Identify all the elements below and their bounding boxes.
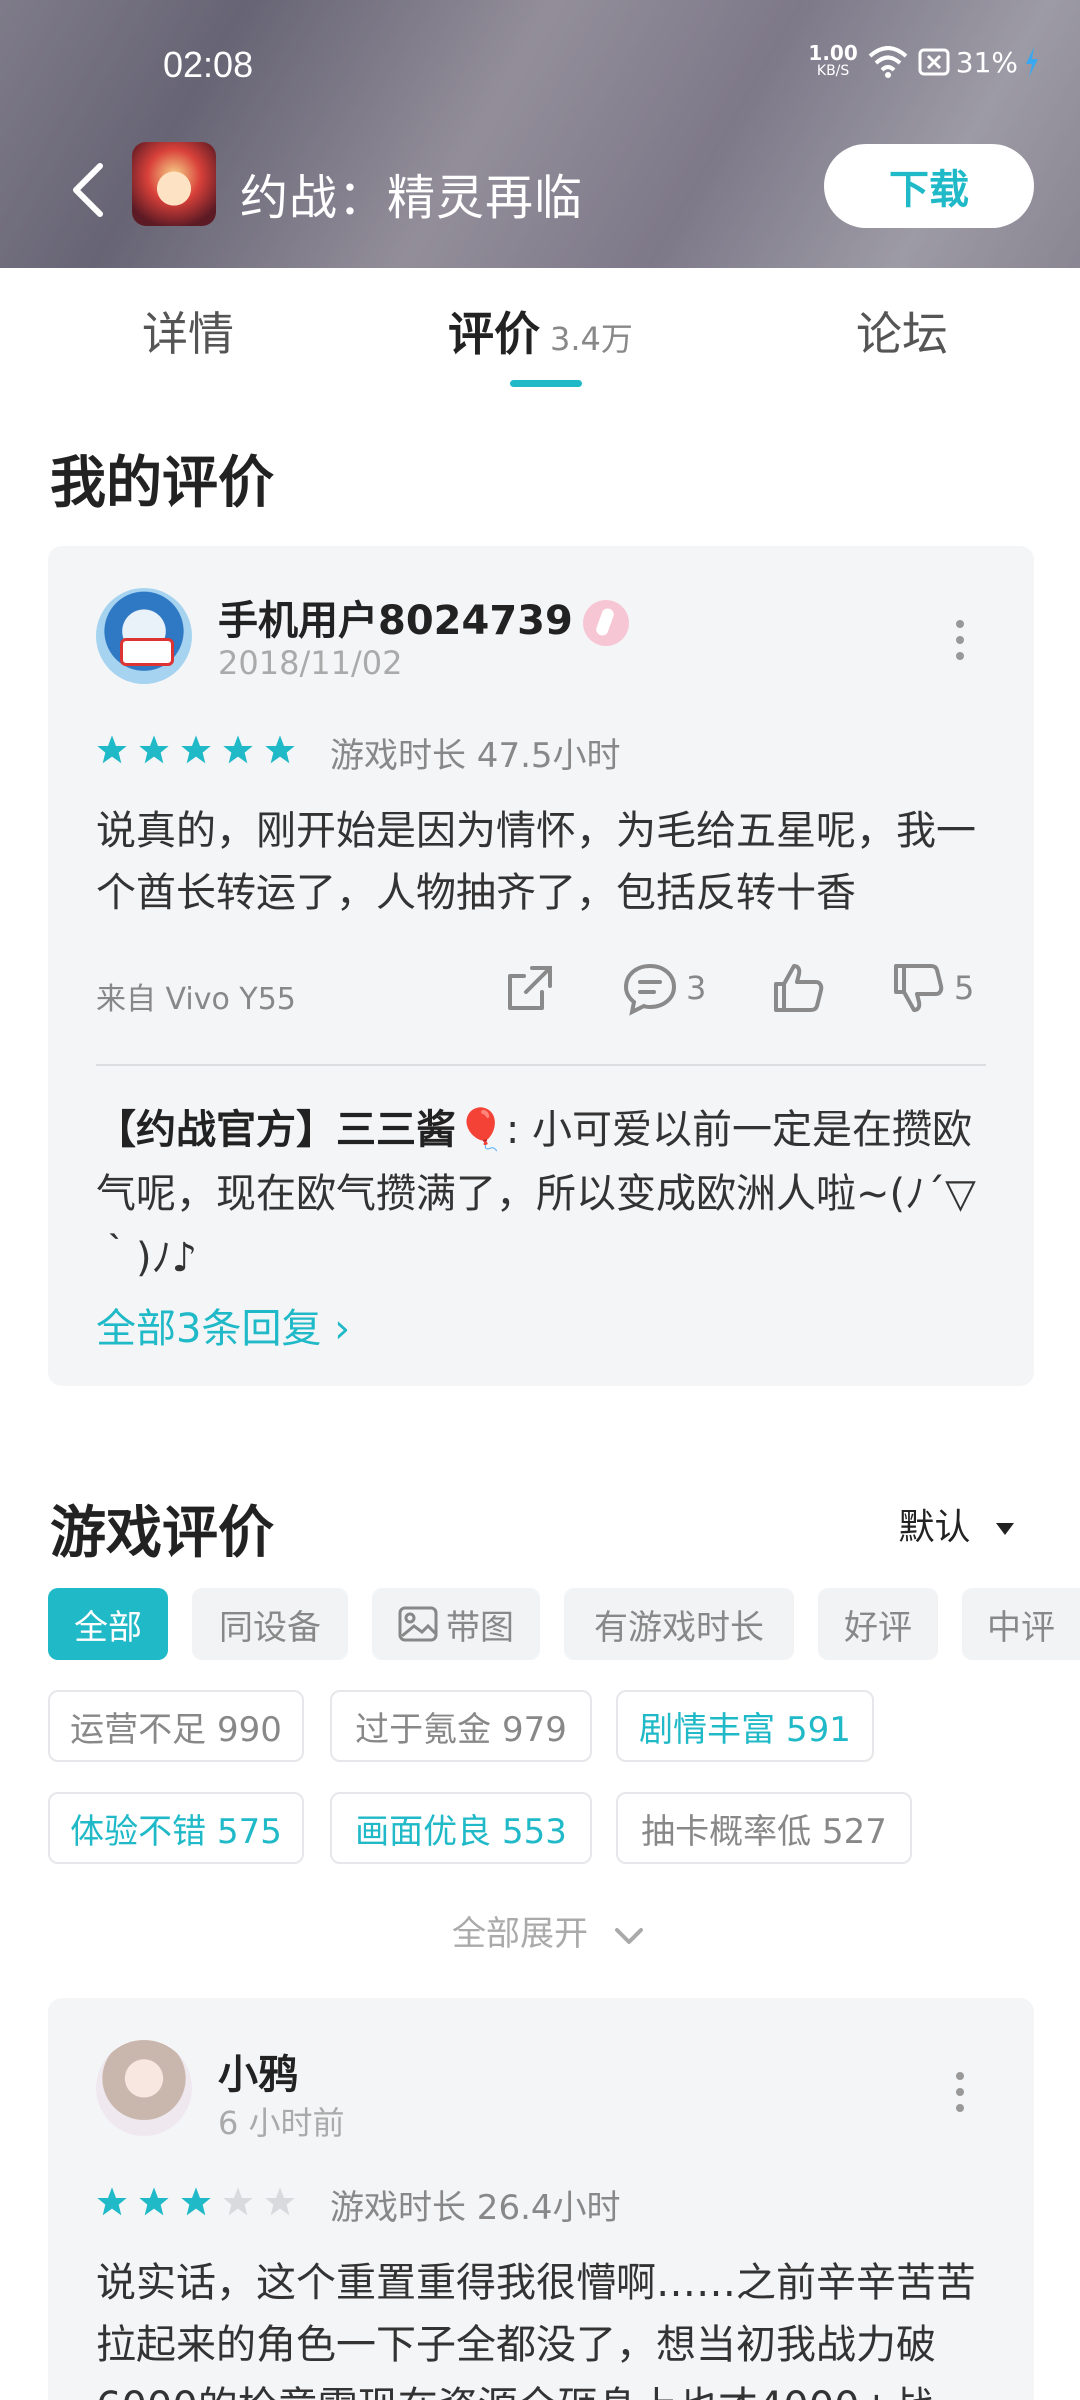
- dislike-count: 5: [954, 969, 975, 1007]
- star-icon: [265, 735, 295, 764]
- avatar[interactable]: [96, 588, 192, 684]
- review-date: 2018/11/02: [218, 644, 403, 682]
- filter-with-image-label: 带图: [446, 1607, 514, 1648]
- avatar[interactable]: [96, 2040, 192, 2136]
- star-rating: [96, 2186, 296, 2218]
- download-button[interactable]: 下载: [824, 144, 1034, 228]
- comment-button[interactable]: 3: [622, 960, 706, 1016]
- back-arrow-icon[interactable]: [66, 160, 110, 220]
- filter-all[interactable]: 全部: [48, 1588, 168, 1660]
- expand-all-button[interactable]: 全部展开: [452, 1906, 645, 1955]
- expand-all-label: 全部展开: [452, 1914, 588, 1954]
- star-icon: [139, 735, 169, 764]
- badge-icon: [582, 600, 629, 646]
- dislike-button[interactable]: 5: [890, 960, 974, 1016]
- star-icon: [181, 2187, 211, 2216]
- thumbs-up-icon: [774, 964, 824, 1012]
- all-replies-link[interactable]: 全部3条回复 ›: [96, 1296, 350, 1354]
- comment-count: 3: [686, 969, 707, 1007]
- tag-good-experience[interactable]: 体验不错 575: [48, 1792, 304, 1864]
- filter-neutral[interactable]: 中评: [962, 1588, 1080, 1660]
- filter-has-playtime[interactable]: 有游戏时长: [564, 1588, 794, 1660]
- device-label: 来自 Vivo Y55: [96, 982, 296, 1017]
- tab-active-indicator: [510, 380, 582, 387]
- tag-low-draw-rate[interactable]: 抽卡概率低 527: [616, 1792, 912, 1864]
- review-username[interactable]: 小鸦: [218, 2042, 298, 2100]
- status-time: 02:08: [163, 44, 254, 85]
- app-bar: 约战：精灵再临 下载: [0, 140, 1080, 230]
- tab-review-label: 评价: [448, 307, 540, 361]
- game-title: 约战：精灵再临: [240, 170, 584, 226]
- sort-dropdown[interactable]: 默认: [899, 1498, 1016, 1550]
- star-icon: [139, 2187, 169, 2216]
- review-text[interactable]: 说真的，刚开始是因为情怀，为毛给五星呢，我一个酋长转运了，人物抽齐了，包括反转十…: [96, 800, 996, 924]
- tag-pay-to-win[interactable]: 过于氪金 979: [330, 1690, 592, 1762]
- status-bar: 02:08 1.00 KB/S 31%: [0, 0, 1080, 130]
- tab-forum[interactable]: 论坛: [856, 298, 948, 364]
- game-reviews-title: 游戏评价: [50, 1501, 274, 1566]
- comment-icon: [623, 963, 677, 1016]
- filter-with-image[interactable]: 带图: [372, 1588, 540, 1660]
- review-date: 6 小时前: [218, 2104, 345, 2142]
- status-indicators: 1.00 KB/S 31%: [808, 43, 1040, 80]
- star-icon: [97, 2187, 127, 2216]
- tab-bar: 详情 评价 3.4万 论坛: [0, 268, 1080, 398]
- divider: [96, 1064, 986, 1066]
- review-card: 小鸦 6 小时前 游戏时长 26.4小时 说实话，这个重置重得我很懵啊……之前辛…: [48, 1998, 1034, 2400]
- tag-operation[interactable]: 运营不足 990: [48, 1690, 304, 1762]
- charging-icon: [1026, 47, 1038, 77]
- image-icon: [398, 1606, 438, 1642]
- tab-detail[interactable]: 详情: [142, 298, 234, 364]
- reply-author: 【约战官方】三三酱🎈: [96, 1107, 506, 1153]
- more-options-icon[interactable]: [954, 620, 966, 664]
- filter-positive[interactable]: 好评: [818, 1588, 938, 1660]
- like-button[interactable]: [770, 960, 826, 1016]
- username-text: 手机用户8024739: [218, 598, 573, 644]
- official-reply: 【约战官方】三三酱🎈: 小可爱以前一定是在攒欧气呢，现在欧气攒满了，所以变成欧洲…: [96, 1098, 996, 1290]
- my-review-card: 手机用户8024739 2018/11/02 游戏时长 47.5小时 说真的，刚…: [48, 546, 1034, 1386]
- star-icon: [223, 2187, 253, 2216]
- filter-same-device[interactable]: 同设备: [192, 1588, 348, 1660]
- share-button[interactable]: [502, 960, 558, 1016]
- review-count: 3.4万: [550, 320, 633, 358]
- star-icon: [97, 735, 127, 764]
- net-speed: 1.00 KB/S: [808, 43, 857, 80]
- thumbs-down-icon: [894, 964, 944, 1012]
- tag-good-graphics[interactable]: 画面优良 553: [330, 1792, 592, 1864]
- star-rating: [96, 734, 296, 766]
- star-icon: [223, 735, 253, 764]
- caret-down-icon: [996, 1523, 1014, 1535]
- more-options-icon[interactable]: [954, 2072, 966, 2116]
- my-review-title: 我的评价: [50, 451, 274, 516]
- chevron-down-icon: [614, 1927, 643, 1944]
- battery-indicator: 31%: [918, 46, 1040, 79]
- app-header: 02:08 1.00 KB/S 31% 约战：精灵再临 下载: [0, 0, 1080, 268]
- sim-blocked-icon: [918, 48, 950, 76]
- wifi-icon: [868, 46, 908, 78]
- star-icon: [181, 735, 211, 764]
- star-icon: [265, 2187, 295, 2216]
- game-icon: [132, 142, 216, 226]
- tag-rich-story[interactable]: 剧情丰富 591: [616, 1690, 874, 1762]
- share-icon: [508, 966, 552, 1010]
- review-username[interactable]: 手机用户8024739: [218, 588, 629, 646]
- playtime: 游戏时长 26.4小时: [330, 2188, 621, 2228]
- sort-label: 默认: [898, 1507, 971, 1548]
- review-text[interactable]: 说实话，这个重置重得我很懵啊……之前辛辛苦苦拉起来的角色一下子全都没了，想当初我…: [96, 2252, 996, 2400]
- battery-percent: 31%: [955, 45, 1018, 79]
- playtime: 游戏时长 47.5小时: [330, 736, 621, 776]
- tab-review[interactable]: 评价 3.4万: [448, 298, 633, 364]
